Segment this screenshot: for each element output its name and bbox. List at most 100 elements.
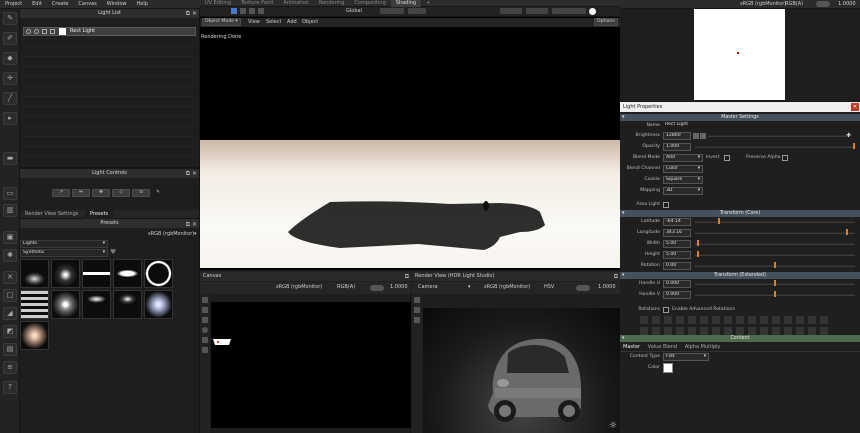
eraser-tool-icon[interactable]: ◆ bbox=[3, 52, 17, 65]
canvas-exposure-icon[interactable] bbox=[370, 285, 384, 291]
blend-mode-select[interactable]: Add ▾ bbox=[663, 154, 703, 162]
hdr-tool-icon[interactable]: ▤ bbox=[3, 343, 17, 356]
select-mode-2-icon[interactable] bbox=[249, 8, 255, 14]
area-light-checkbox[interactable] bbox=[663, 202, 669, 208]
handle-u-field[interactable]: 0.000 bbox=[663, 280, 691, 288]
height-slider[interactable] bbox=[695, 254, 855, 256]
pen-tool-icon[interactable]: ╱ bbox=[3, 92, 17, 105]
brightness-increase-icon[interactable] bbox=[700, 133, 706, 139]
mapping-select[interactable]: 3D ▾ bbox=[663, 187, 703, 195]
gear-icon[interactable]: ✺ bbox=[3, 249, 17, 262]
viewport-options-button[interactable]: Options bbox=[594, 18, 618, 26]
preview-map[interactable] bbox=[694, 9, 785, 100]
tab-rendering[interactable]: Rendering bbox=[314, 0, 350, 7]
name-field[interactable]: Rect Light bbox=[663, 122, 859, 130]
reflect-light-icon[interactable]: ⊙ bbox=[132, 189, 150, 197]
latitude-field[interactable]: -64.14 bbox=[663, 218, 691, 226]
longitude-slider-handle[interactable] bbox=[846, 229, 848, 235]
invert-checkbox[interactable] bbox=[724, 155, 730, 161]
menu-create[interactable]: Create bbox=[47, 0, 74, 9]
soft-light-tool-icon[interactable]: ▥ bbox=[3, 204, 17, 217]
canvas-frame-icon[interactable] bbox=[202, 337, 208, 343]
square-tool-icon[interactable]: □ bbox=[3, 289, 17, 302]
brightness-slider[interactable] bbox=[708, 135, 848, 137]
section-master-settings[interactable]: Master Settings ▾ bbox=[620, 114, 860, 121]
render-select-icon[interactable] bbox=[414, 297, 420, 303]
canvas-move-icon[interactable] bbox=[202, 307, 208, 313]
menu-canvas[interactable]: Canvas bbox=[73, 0, 101, 9]
favorite-heart-icon[interactable]: ♥ bbox=[110, 248, 116, 256]
lock-icon[interactable] bbox=[42, 29, 47, 34]
viewport-menu-object[interactable]: Object bbox=[302, 18, 318, 26]
render-view-exposure-icon[interactable] bbox=[576, 285, 590, 291]
canvas-channel[interactable]: RGB(A) bbox=[337, 284, 355, 291]
solo-icon[interactable] bbox=[34, 29, 39, 34]
preset-thumbnail-top-soft[interactable] bbox=[113, 290, 142, 319]
opacity-slider[interactable] bbox=[695, 146, 855, 148]
width-slider-handle[interactable] bbox=[697, 240, 699, 246]
viewport-3d[interactable]: Global Object Mode ▾ View Select Add Obj… bbox=[200, 7, 620, 270]
close-icon[interactable]: ✕ bbox=[192, 220, 197, 229]
preview-zoom[interactable]: 1.0000 bbox=[838, 1, 856, 8]
light-position-marker[interactable] bbox=[737, 52, 739, 54]
target-tool-icon[interactable]: ✛ bbox=[3, 72, 17, 85]
gizmo-icon[interactable] bbox=[526, 8, 548, 14]
brush-tool-icon[interactable]: ✎ bbox=[3, 12, 17, 25]
tab-render-view-settings[interactable]: Render View Settings bbox=[20, 210, 83, 219]
preset-thumbnail-ring[interactable] bbox=[144, 259, 173, 288]
canvas-pick-icon[interactable] bbox=[202, 347, 208, 353]
handle-u-slider-handle[interactable] bbox=[774, 280, 776, 286]
canvas-grab-icon[interactable] bbox=[202, 317, 208, 323]
rotation-slider-handle[interactable] bbox=[774, 262, 776, 268]
canvas-zoom-icon[interactable] bbox=[202, 327, 208, 333]
rotation-field[interactable]: 0.00 bbox=[663, 262, 691, 270]
render-view-color-space[interactable]: sRGB (rgbMonitor) bbox=[484, 284, 530, 291]
height-field[interactable]: 5.00 bbox=[663, 251, 691, 259]
layers-tool-icon[interactable]: ≡ bbox=[3, 361, 17, 374]
orient-light-icon[interactable]: ◇ bbox=[112, 189, 130, 197]
float-panel-icon[interactable]: ⧉ bbox=[405, 272, 409, 281]
width-slider[interactable] bbox=[695, 243, 855, 245]
float-panel-icon[interactable]: ⧉ bbox=[186, 169, 190, 178]
paint-tool-icon[interactable]: ✐ bbox=[3, 32, 17, 45]
tab-shading[interactable]: Shading bbox=[390, 0, 422, 7]
section-transform-extended[interactable]: Transform (Extended) ▾ bbox=[620, 272, 860, 279]
menu-help[interactable]: Help bbox=[132, 0, 153, 9]
rotate-light-icon[interactable]: ↗ bbox=[52, 189, 70, 197]
tab-animation[interactable]: Animation bbox=[278, 0, 314, 7]
brightness-add-icon[interactable]: ✚ bbox=[846, 132, 851, 139]
tab-compositing[interactable]: Compositing bbox=[349, 0, 390, 7]
longitude-field[interactable]: 343.16 bbox=[663, 229, 691, 237]
chevron-down-icon[interactable]: ▾ bbox=[194, 231, 197, 237]
preview-exposure-icon[interactable] bbox=[816, 1, 830, 7]
preset-thumbnail-strip[interactable] bbox=[82, 259, 111, 288]
opacity-field[interactable]: 1.000 bbox=[663, 143, 691, 151]
latitude-slider-handle[interactable] bbox=[718, 218, 720, 224]
close-icon[interactable]: ✕ bbox=[192, 169, 197, 178]
color-swatch[interactable] bbox=[663, 363, 673, 373]
viewport-menu-select[interactable]: Select bbox=[266, 18, 281, 26]
enable-advanced-rotations-checkbox[interactable] bbox=[663, 307, 669, 313]
tab-texture-paint[interactable]: Texture Paint bbox=[236, 0, 278, 7]
preview-channel[interactable]: RGB(A) bbox=[785, 1, 803, 8]
cut-tool-icon[interactable]: ◢ bbox=[3, 307, 17, 320]
menu-edit[interactable]: Edit bbox=[27, 0, 47, 9]
section-transform-core[interactable]: Transform (Core) ▾ bbox=[620, 210, 860, 217]
preset-thumbnail-cool[interactable] bbox=[144, 290, 173, 319]
viewport-menu-add[interactable]: Add bbox=[287, 18, 297, 26]
render-pick-icon[interactable] bbox=[414, 317, 420, 323]
canvas-view[interactable] bbox=[211, 302, 411, 428]
presets-subcategory-select[interactable]: Synthetic ▾ bbox=[20, 249, 108, 257]
preset-thumbnail-soft-strip[interactable] bbox=[113, 259, 142, 288]
render-view-image[interactable]: ☼ bbox=[423, 308, 620, 433]
chevron-down-icon[interactable]: ▾ bbox=[468, 284, 471, 290]
close-icon[interactable]: ✕ bbox=[851, 103, 859, 111]
render-view-zoom[interactable]: 1.0000 bbox=[598, 284, 616, 291]
select-box-icon[interactable] bbox=[231, 8, 237, 14]
rendered-shading-icon[interactable] bbox=[589, 8, 596, 15]
brightness-decrease-icon[interactable] bbox=[693, 133, 699, 139]
section-content[interactable]: Content ▾ bbox=[620, 335, 860, 342]
longitude-slider[interactable] bbox=[695, 232, 855, 234]
tab-presets[interactable]: Presets bbox=[84, 210, 114, 219]
preserve-alpha-checkbox[interactable] bbox=[782, 155, 788, 161]
